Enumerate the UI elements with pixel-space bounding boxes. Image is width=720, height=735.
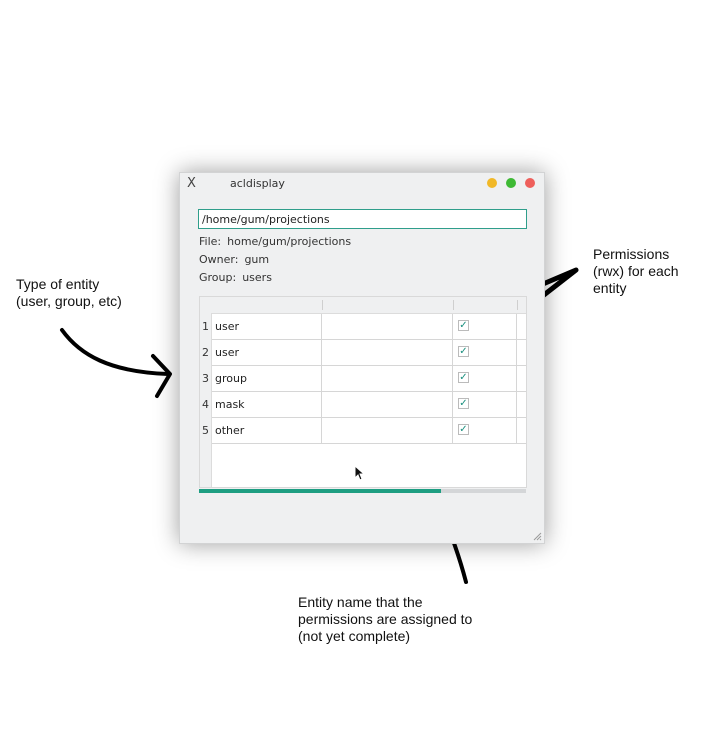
owner-value: gum [244, 253, 270, 266]
mouse-cursor-icon [354, 465, 365, 481]
entity-type: other [215, 424, 245, 437]
permission-cell: ✓ [453, 418, 517, 444]
annotation-permissions: Permissions (rwx) for each entity [593, 246, 679, 296]
progress-bar [199, 489, 526, 493]
permission-checkbox[interactable]: ✓ [458, 398, 469, 409]
entity-name-cell[interactable] [322, 418, 453, 444]
extra-cell [517, 340, 526, 366]
group-info: Group: users [199, 271, 272, 284]
permission-cell: ✓ [453, 314, 517, 340]
annotation-entity-name: Entity name that the permissions are ass… [298, 594, 473, 644]
header-separator[interactable] [453, 300, 454, 310]
row-number: 3 [202, 372, 209, 385]
row-number: 1 [202, 320, 209, 333]
acl-table: 1 user ✓ 2 user ✓ 3 group ✓ 4 mask ✓ 5 o… [199, 296, 527, 488]
entity-name-cell[interactable] [322, 340, 453, 366]
row-number: 5 [202, 424, 209, 437]
row-number: 2 [202, 346, 209, 359]
title-bar[interactable]: X acldisplay [180, 173, 544, 195]
maximize-button[interactable] [506, 178, 516, 188]
permission-checkbox[interactable]: ✓ [458, 346, 469, 357]
entity-type-cell[interactable]: group [212, 366, 322, 392]
owner-info: Owner: gum [199, 253, 269, 266]
entity-type-arrow [60, 328, 170, 376]
entity-type: user [215, 320, 239, 333]
entity-name-cell[interactable] [322, 314, 453, 340]
entity-type: user [215, 346, 239, 359]
group-value: users [242, 271, 272, 284]
entity-type-arrowhead [151, 354, 172, 398]
annotation-entity-type: Type of entity (user, group, etc) [16, 276, 122, 309]
table-row: 2 user ✓ [200, 340, 526, 366]
permission-cell: ✓ [453, 366, 517, 392]
table-row: 3 group ✓ [200, 366, 526, 392]
permission-checkbox[interactable]: ✓ [458, 372, 469, 383]
entity-type-cell[interactable]: other [212, 418, 322, 444]
extra-cell [517, 366, 526, 392]
permission-cell: ✓ [453, 392, 517, 418]
file-label: File: [199, 235, 222, 248]
header-separator[interactable] [517, 300, 518, 310]
resize-grip-icon[interactable] [533, 532, 542, 541]
entity-name-cell[interactable] [322, 392, 453, 418]
table-header [200, 297, 526, 314]
table-row: 4 mask ✓ [200, 392, 526, 418]
entity-type: group [215, 372, 247, 385]
entity-type-cell[interactable]: user [212, 314, 322, 340]
permission-checkbox[interactable]: ✓ [458, 424, 469, 435]
table-row: 5 other ✓ [200, 418, 526, 444]
minimize-button[interactable] [487, 178, 497, 188]
permission-cell: ✓ [453, 340, 517, 366]
permission-checkbox[interactable]: ✓ [458, 320, 469, 331]
entity-name-cell[interactable] [322, 366, 453, 392]
extra-cell [517, 418, 526, 444]
entity-type: mask [215, 398, 245, 411]
extra-cell [517, 314, 526, 340]
progress-fill [199, 489, 441, 493]
window-title: acldisplay [230, 177, 285, 190]
extra-cell [517, 392, 526, 418]
close-button[interactable] [525, 178, 535, 188]
entity-type-cell[interactable]: mask [212, 392, 322, 418]
entity-type-cell[interactable]: user [212, 340, 322, 366]
close-icon[interactable]: X [187, 176, 196, 191]
group-label: Group: [199, 271, 237, 284]
row-number: 4 [202, 398, 209, 411]
acldisplay-window: X acldisplay File: home/gum/projections O… [179, 172, 545, 544]
file-value: home/gum/projections [227, 235, 352, 248]
table-row: 1 user ✓ [200, 314, 526, 340]
file-info: File: home/gum/projections [199, 235, 351, 248]
owner-label: Owner: [199, 253, 239, 266]
header-separator[interactable] [322, 300, 323, 310]
path-input[interactable] [198, 209, 527, 229]
